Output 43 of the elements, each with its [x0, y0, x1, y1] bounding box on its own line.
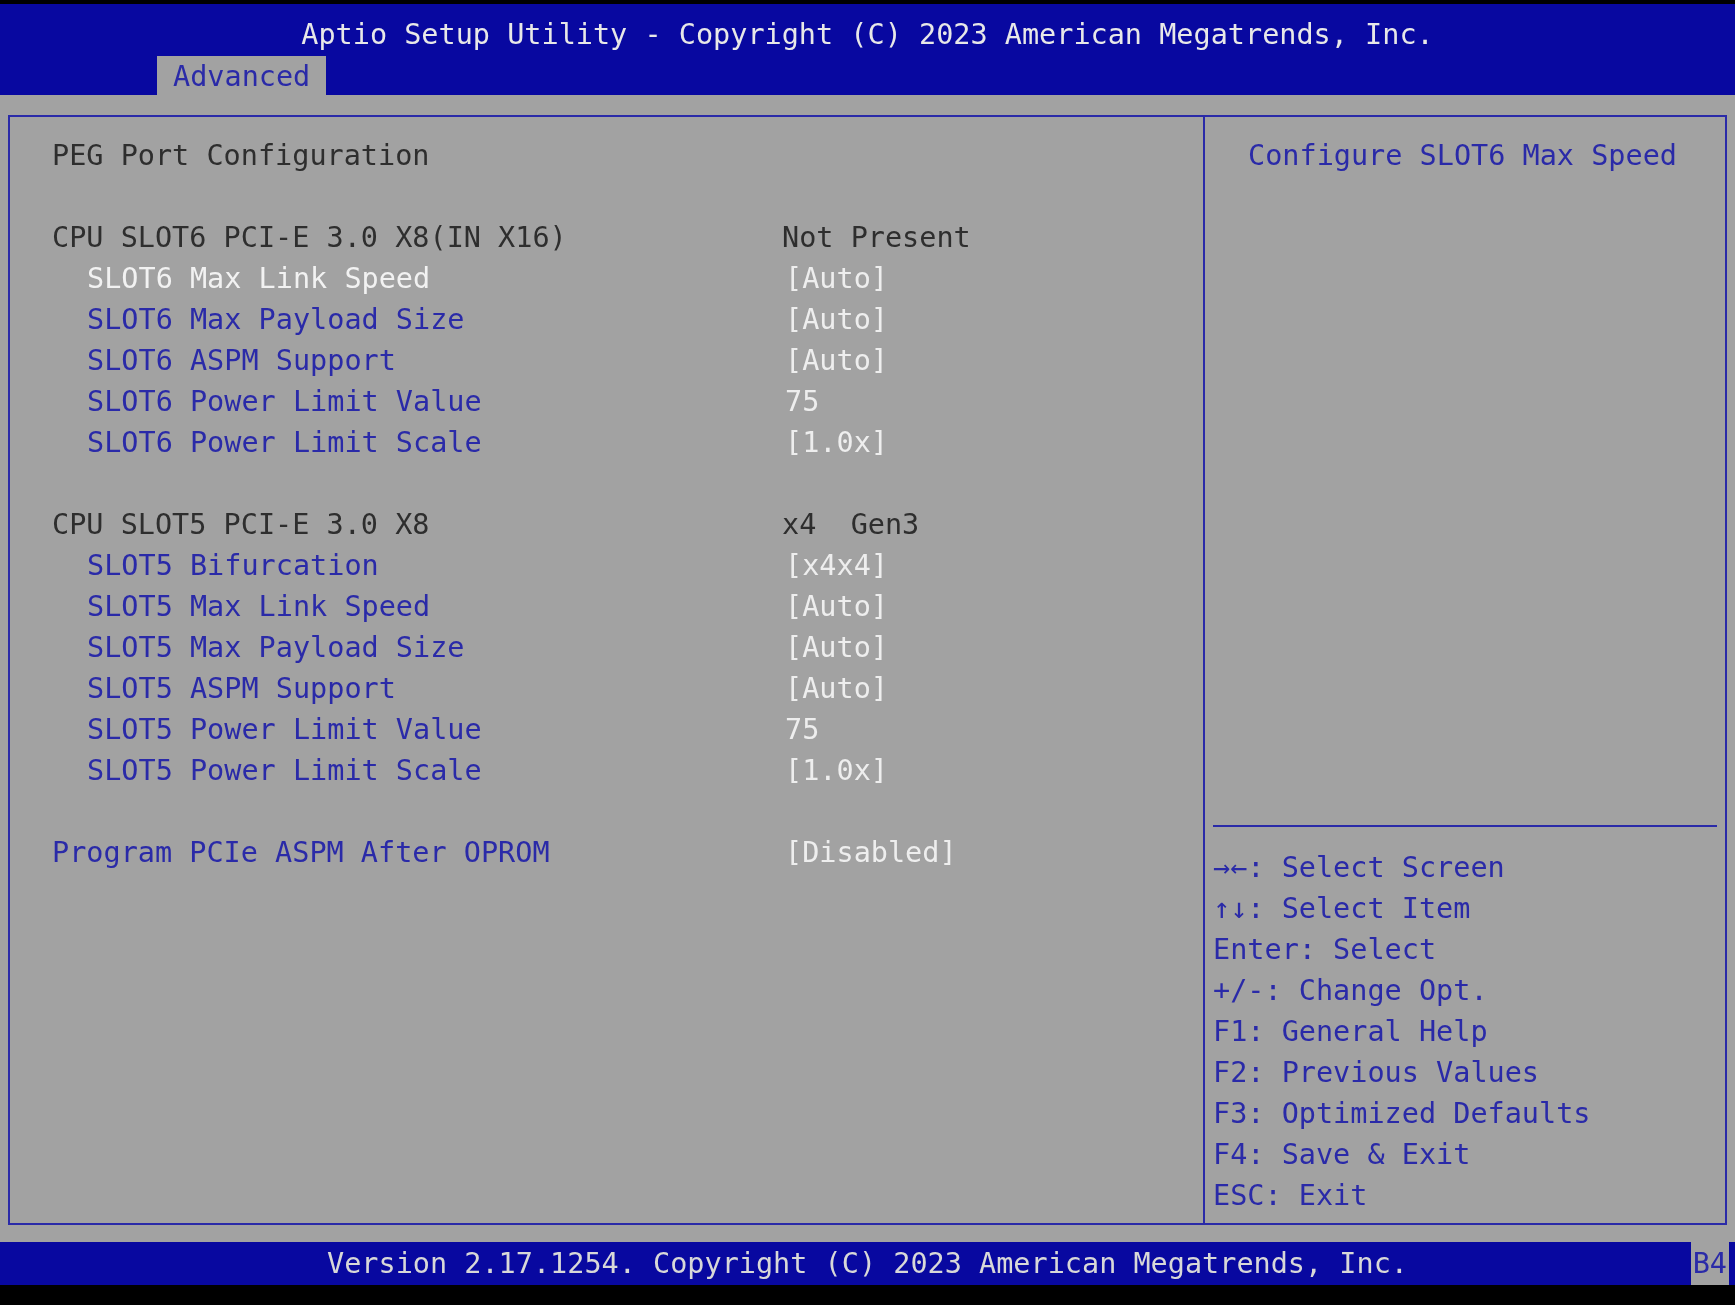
key-help-text: →←: Select Screen [1213, 850, 1506, 886]
option-value[interactable]: [Auto] [785, 299, 888, 340]
key-help-text: F2: Previous Values [1213, 1055, 1540, 1091]
setting-value: Not Present [782, 220, 971, 256]
menu-item[interactable]: SLOT6 Power Limit Value [52, 381, 782, 422]
menu-tab[interactable]: Advanced [157, 56, 327, 96]
setting-label: CPU SLOT6 PCI-E 3.0 X8(IN X16) [52, 220, 568, 256]
option-value[interactable]: [x4x4] [785, 545, 888, 586]
option-value[interactable]: [Auto] [785, 586, 888, 627]
menu-item[interactable]: SLOT5 Max Link Speed [52, 586, 782, 627]
window-title: Aptio Setup Utility - Copyright (C) 2023 American Megatrends, Inc. [300, 17, 1435, 53]
setting-value: x4 Gen3 [782, 507, 920, 543]
section-title: PEG Port Configuration [52, 138, 431, 174]
key-help-text: F3: Optimized Defaults [1213, 1096, 1592, 1132]
key-help-text: ESC: Exit [1213, 1178, 1369, 1214]
key-help-text: Enter: Select [1213, 932, 1438, 968]
menu-item[interactable]: SLOT6 ASPM Support [52, 340, 782, 381]
menu-item[interactable]: SLOT5 Max Payload Size [52, 627, 782, 668]
option-value[interactable]: [Auto] [785, 627, 888, 668]
option-value[interactable]: [Auto] [785, 668, 888, 709]
option-value[interactable]: [Disabled] [785, 832, 957, 873]
key-help-text: F1: General Help [1213, 1014, 1489, 1050]
version-text: Version 2.17.1254. Copyright (C) 2023 American Megatrends, Inc. [327, 1246, 1408, 1282]
menu-item[interactable]: SLOT6 Max Link Speed [52, 258, 782, 299]
key-help-text: F4: Save & Exit [1213, 1137, 1472, 1173]
option-value[interactable]: 75 [785, 381, 820, 422]
menu-item[interactable]: SLOT6 Max Payload Size [52, 299, 782, 340]
option-value[interactable]: 75 [785, 709, 820, 750]
option-value[interactable]: [1.0x] [785, 750, 888, 791]
setting-label: CPU SLOT5 PCI-E 3.0 X8 [52, 507, 431, 543]
menu-item[interactable]: SLOT5 ASPM Support [52, 668, 782, 709]
menu-item[interactable]: SLOT5 Power Limit Scale [52, 750, 782, 791]
key-help-text: ↑↓: Select Item [1213, 891, 1472, 927]
menu-item[interactable]: SLOT5 Power Limit Value [52, 709, 782, 750]
menu-item[interactable]: SLOT5 Bifurcation [52, 545, 782, 586]
option-value[interactable]: [1.0x] [785, 422, 888, 463]
menu-item[interactable]: SLOT6 Power Limit Scale [52, 422, 782, 463]
menu-item[interactable]: Program PCIe ASPM After OPROM [52, 832, 782, 873]
option-value[interactable]: [Auto] [785, 340, 888, 381]
status-code: B4 [1690, 1242, 1729, 1285]
option-value[interactable]: [Auto] [785, 258, 888, 299]
key-help-text: +/-: Change Opt. [1213, 973, 1489, 1009]
help-text: Configure SLOT6 Max Speed [1248, 138, 1678, 174]
